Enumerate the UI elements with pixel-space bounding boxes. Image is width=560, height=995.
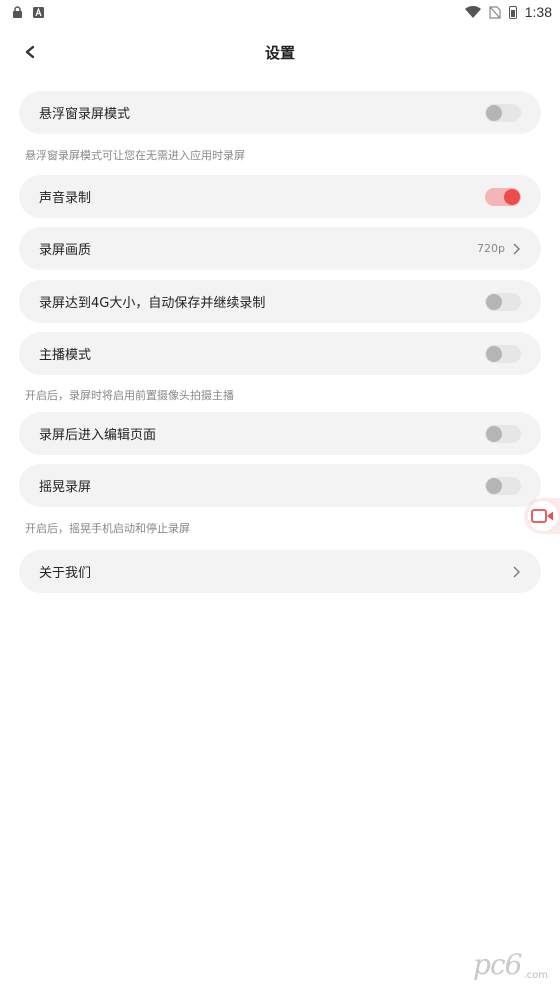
- setting-label: 关于我们: [39, 566, 92, 581]
- floating-window-hint: 悬浮窗录屏模式可让您在无需进入应用时录屏: [25, 149, 245, 162]
- setting-label: 主播模式: [39, 348, 92, 363]
- anchor-mode-toggle[interactable]: [485, 344, 521, 363]
- floating-window-toggle[interactable]: [485, 103, 521, 122]
- audio-record-toggle[interactable]: [485, 187, 521, 206]
- no-sim-icon: [489, 5, 501, 19]
- watermark-logo: pc6 .com: [473, 948, 548, 981]
- setting-label: 录屏后进入编辑页面: [39, 428, 157, 443]
- setting-about[interactable]: 关于我们: [19, 550, 541, 593]
- shake-record-toggle[interactable]: [485, 476, 521, 495]
- setting-edit-after[interactable]: 录屏后进入编辑页面: [19, 412, 541, 455]
- chevron-right-icon: [513, 243, 520, 254]
- header: 设置: [0, 30, 560, 74]
- anchor-mode-hint: 开启后，录屏时将启用前置摄像头拍摄主播: [25, 389, 234, 402]
- video-camera-icon: [531, 509, 553, 523]
- shake-record-hint: 开启后，摇晃手机启动和停止录屏: [25, 522, 190, 535]
- status-left: [12, 6, 44, 18]
- setting-audio-record[interactable]: 声音录制: [19, 175, 541, 218]
- edit-after-toggle[interactable]: [485, 424, 521, 443]
- toggle-knob: [486, 104, 502, 121]
- toggle-knob: [486, 425, 502, 442]
- lock-icon: [13, 6, 22, 18]
- clock: 1:38: [524, 4, 552, 20]
- setting-label: 录屏画质: [39, 243, 92, 258]
- quality-value-group: 720p: [477, 242, 521, 256]
- setting-label: 声音录制: [39, 191, 92, 206]
- chevron-right-icon: [513, 566, 520, 577]
- setting-floating-window[interactable]: 悬浮窗录屏模式: [19, 91, 541, 134]
- quality-value: 720p: [477, 242, 505, 255]
- back-button[interactable]: [18, 40, 42, 64]
- setting-anchor-mode[interactable]: 主播模式: [19, 332, 541, 375]
- setting-auto-save-4g[interactable]: 录屏达到4G大小，自动保存并继续录制: [19, 280, 541, 323]
- setting-label: 悬浮窗录屏模式: [39, 107, 131, 122]
- page-title: 设置: [264, 43, 295, 62]
- wifi-icon: [464, 6, 481, 18]
- watermark-text: pc6: [473, 948, 522, 981]
- battery-icon: [508, 5, 517, 19]
- auto-save-4g-toggle[interactable]: [485, 292, 521, 311]
- setting-quality[interactable]: 录屏画质 720p: [19, 227, 541, 270]
- status-bar: 1:38: [0, 0, 560, 24]
- toggle-knob: [504, 188, 520, 205]
- toggle-knob: [486, 477, 502, 494]
- setting-shake-record[interactable]: 摇晃录屏: [19, 464, 541, 507]
- floating-record-inner: [528, 501, 558, 531]
- floating-record-button[interactable]: [524, 498, 560, 534]
- toggle-knob: [486, 345, 502, 362]
- watermark-small: .com: [523, 970, 548, 981]
- back-arrow-icon: [25, 45, 35, 59]
- toggle-knob: [486, 293, 502, 310]
- a-icon: [33, 6, 44, 18]
- setting-label: 摇晃录屏: [39, 480, 92, 495]
- setting-label: 录屏达到4G大小，自动保存并继续录制: [39, 296, 266, 311]
- status-right: 1:38: [464, 4, 552, 20]
